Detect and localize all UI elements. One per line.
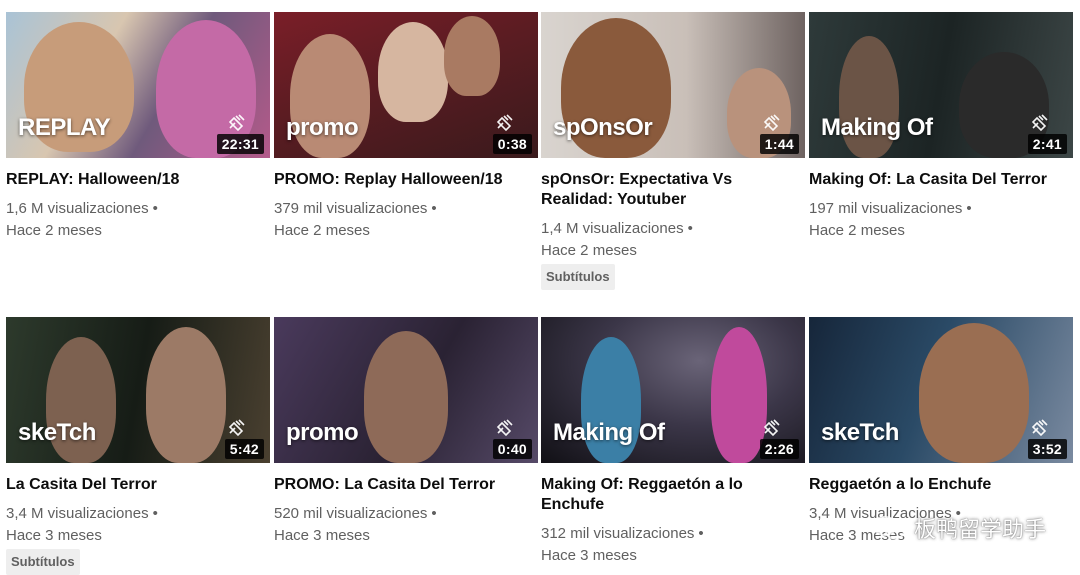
plug-icon: [228, 114, 245, 132]
video-metadata: 379 mil visualizaciones • Hace 2 meses: [274, 198, 538, 242]
plug-icon: [228, 419, 245, 437]
upload-age: Hace 2 meses: [809, 222, 905, 239]
plug-icon: [1031, 114, 1048, 132]
video-title[interactable]: La Casita Del Terror: [6, 475, 270, 495]
video-thumbnail[interactable]: Making Of 2:41: [809, 12, 1073, 158]
upload-age: Hace 2 meses: [274, 222, 370, 239]
upload-age: Hace 3 meses: [274, 527, 370, 544]
watermark-text: 板鸭留学助手: [913, 518, 1046, 543]
thumbnail-figure: [378, 22, 448, 122]
meta-separator: •: [152, 505, 158, 522]
video-card[interactable]: spOnsOr 1:44 spOnsOr: Expectativa Vs Rea…: [541, 12, 805, 290]
view-count: 520 mil visualizaciones: [274, 505, 428, 522]
thumbnail-figure: [919, 323, 1029, 463]
video-duration: 0:40: [492, 439, 532, 459]
video-title[interactable]: spOnsOr: Expectativa Vs Realidad: Youtub…: [541, 170, 805, 210]
plug-icon: [1031, 419, 1048, 437]
view-count: 312 mil visualizaciones: [541, 525, 695, 542]
video-card[interactable]: promo 0:38 PROMO: Replay Halloween/18 37…: [274, 12, 538, 242]
video-card[interactable]: REPLAY 22:31 REPLAY: Halloween/18 1,6 M …: [6, 12, 270, 242]
channel-brand-label: Making Of: [553, 419, 665, 446]
video-duration: 22:31: [216, 134, 264, 154]
video-metadata: 312 mil visualizaciones • Hace 3 meses: [541, 523, 805, 567]
subtitles-badge: Subtítulos: [541, 264, 615, 290]
video-metadata: 197 mil visualizaciones • Hace 2 meses: [809, 198, 1073, 242]
upload-age: Hace 2 meses: [6, 222, 102, 239]
channel-brand-label: spOnsOr: [553, 114, 653, 141]
video-card[interactable]: Making Of 2:41 Making Of: La Casita Del …: [809, 12, 1073, 242]
meta-separator: •: [431, 505, 437, 522]
channel-brand-label: skeTch: [821, 419, 899, 446]
video-thumbnail[interactable]: spOnsOr 1:44: [541, 12, 805, 158]
channel-brand-label: skeTch: [18, 419, 96, 446]
video-metadata: 1,4 M visualizaciones • Hace 2 meses Subt…: [541, 218, 805, 290]
video-duration: 1:44: [759, 134, 799, 154]
view-count: 197 mil visualizaciones: [809, 200, 963, 217]
video-card[interactable]: skeTch 5:42 La Casita Del Terror 3,4 M v…: [6, 317, 270, 575]
plug-icon: [763, 419, 780, 437]
video-thumbnail[interactable]: REPLAY 22:31: [6, 12, 270, 158]
video-metadata: 3,4 M visualizaciones • Hace 3 meses Subt…: [6, 503, 270, 575]
video-title[interactable]: REPLAY: Halloween/18: [6, 170, 270, 190]
video-title[interactable]: PROMO: Replay Halloween/18: [274, 170, 538, 190]
video-card[interactable]: promo 0:40 PROMO: La Casita Del Terror 5…: [274, 317, 538, 547]
view-count: 379 mil visualizaciones: [274, 200, 428, 217]
channel-brand-label: Making Of: [821, 114, 933, 141]
video-duration: 0:38: [492, 134, 532, 154]
video-duration: 3:52: [1027, 439, 1067, 459]
watermark: 板鸭留学助手: [872, 512, 1046, 544]
video-title[interactable]: Making Of: La Casita Del Terror: [809, 170, 1073, 190]
thumbnail-figure: [146, 327, 226, 463]
upload-age: Hace 3 meses: [6, 527, 102, 544]
meta-separator: •: [687, 220, 693, 237]
subtitles-badge: Subtítulos: [6, 549, 80, 575]
video-title[interactable]: PROMO: La Casita Del Terror: [274, 475, 538, 495]
plug-icon: [763, 114, 780, 132]
upload-age: Hace 2 meses: [541, 242, 637, 259]
thumbnail-figure: [711, 327, 767, 463]
video-thumbnail[interactable]: promo 0:40: [274, 317, 538, 463]
thumbnail-figure: [444, 16, 500, 96]
meta-separator: •: [698, 525, 704, 542]
channel-brand-label: promo: [286, 419, 359, 446]
meta-separator: •: [152, 200, 158, 217]
video-metadata: 520 mil visualizaciones • Hace 3 meses: [274, 503, 538, 547]
channel-brand-label: REPLAY: [18, 114, 111, 141]
plug-icon: [496, 419, 513, 437]
video-card[interactable]: Making Of 2:26 Making Of: Reggaetón a lo…: [541, 317, 805, 567]
upload-age: Hace 3 meses: [541, 547, 637, 564]
plug-icon: [496, 114, 513, 132]
meta-separator: •: [431, 200, 437, 217]
channel-brand-label: promo: [286, 114, 359, 141]
wechat-logo-icon: [872, 516, 905, 540]
video-thumbnail[interactable]: skeTch 5:42: [6, 317, 270, 463]
video-duration: 5:42: [224, 439, 264, 459]
meta-separator: •: [966, 200, 972, 217]
thumbnail-figure: [364, 331, 448, 463]
video-duration: 2:26: [759, 439, 799, 459]
video-title[interactable]: Reggaetón a lo Enchufe: [809, 475, 1073, 495]
view-count: 1,6 M visualizaciones: [6, 200, 149, 217]
video-thumbnail[interactable]: skeTch 3:52: [809, 317, 1073, 463]
video-title[interactable]: Making Of: Reggaetón a lo Enchufe: [541, 475, 805, 515]
video-grid: REPLAY 22:31 REPLAY: Halloween/18 1,6 M …: [0, 0, 1080, 575]
video-metadata: 1,6 M visualizaciones • Hace 2 meses: [6, 198, 270, 242]
video-thumbnail[interactable]: Making Of 2:26: [541, 317, 805, 463]
video-duration: 2:41: [1027, 134, 1067, 154]
view-count: 3,4 M visualizaciones: [6, 505, 149, 522]
video-thumbnail[interactable]: promo 0:38: [274, 12, 538, 158]
view-count: 1,4 M visualizaciones: [541, 220, 684, 237]
